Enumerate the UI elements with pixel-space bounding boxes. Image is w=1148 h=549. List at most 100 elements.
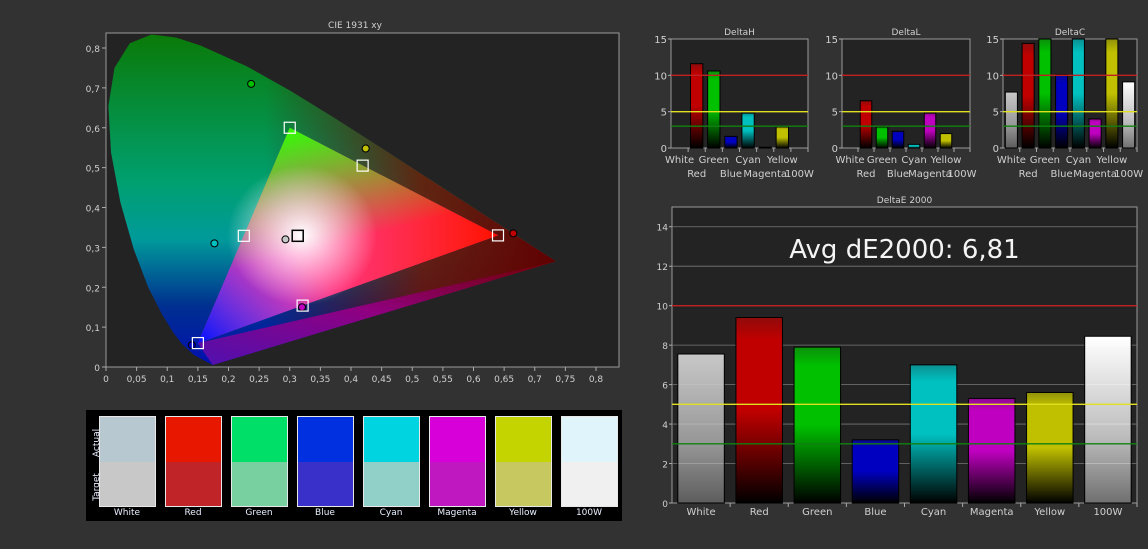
y-tick-label: 15 (986, 35, 999, 46)
deltah-bar-green (707, 70, 721, 149)
swatch-label: 100W (575, 508, 603, 518)
y-tick-label: 4 (662, 421, 668, 431)
deltac-bar-white (1004, 91, 1018, 149)
x-tick-label: White (835, 155, 864, 166)
x-tick-label: Green (1030, 155, 1060, 166)
swatch-100w (561, 416, 618, 507)
swatch-target (232, 461, 287, 506)
y-tick-label: 5 (661, 108, 667, 119)
x-tick-label: Magenta (743, 169, 787, 180)
swatch-target (298, 461, 353, 506)
deltal-bar-cyan (907, 143, 921, 149)
swatch-actual (298, 417, 353, 462)
swatch-target (100, 461, 155, 506)
deltah-bar-blue (724, 135, 738, 149)
x-tick-label: 100W (1114, 169, 1143, 180)
x-tick-label: Cyan (921, 507, 946, 518)
swatch-label: White (113, 508, 141, 518)
x-tick-label: Blue (1051, 169, 1073, 180)
x-tick-label: Green (802, 507, 832, 518)
x-tick-label: Magenta (970, 507, 1014, 518)
y-tick-label: 5 (993, 108, 999, 119)
swatch-target (496, 461, 551, 506)
deltac-bar-green (1038, 38, 1052, 149)
swatch-cyan (363, 416, 420, 507)
deltah-title: DeltaH (724, 28, 755, 38)
swatch-label: Magenta (437, 508, 477, 518)
x-tick-label: Cyan (901, 155, 926, 166)
swatch-label: Yellow (509, 508, 537, 518)
y-tick-label: 0 (661, 144, 667, 155)
y-tick-label: 15 (825, 35, 838, 46)
swatch-target (562, 461, 617, 506)
swatch-label: Red (184, 508, 202, 518)
deltae-2000-bar-magenta (967, 397, 1016, 504)
x-tick-label: Yellow (930, 155, 962, 166)
x-tick-label: Magenta (908, 169, 952, 180)
deltae-2000-bar-cyan (909, 364, 958, 504)
x-tick-label: 100W (785, 169, 814, 180)
x-tick-label: Red (857, 169, 876, 180)
y-tick-label: 10 (986, 71, 999, 82)
x-tick-label: Green (867, 155, 897, 166)
deltae-2000-bar-100w (1084, 335, 1132, 504)
y-tick-label: 10 (657, 303, 669, 313)
deltal-bar-magenta (923, 112, 937, 149)
swatch-target (166, 461, 221, 506)
deltal-bar-green (875, 126, 889, 149)
swatch-green (231, 416, 288, 507)
swatch-yellow (495, 416, 552, 507)
deltal-bar-red (859, 100, 873, 149)
y-tick-label: 6 (662, 382, 668, 392)
deltal-bar-blue (891, 130, 905, 149)
x-tick-label: Cyan (735, 155, 760, 166)
deltac-title: DeltaC (1055, 28, 1085, 38)
x-tick-label: White (687, 507, 716, 518)
x-tick-label: White (997, 155, 1026, 166)
deltac-bar-red (1021, 42, 1035, 149)
deltae-2000-bar-white (677, 353, 725, 504)
deltae-2000-bar-green (793, 346, 842, 504)
swatch-label: Blue (315, 508, 335, 518)
y-tick-label: 0 (993, 144, 999, 155)
swatch-magenta (429, 416, 486, 507)
color-swatch-panel: Actual Target White Red Green Blue Cyan Magen… (86, 410, 622, 521)
swatch-actual (430, 417, 485, 462)
x-tick-label: Red (687, 169, 706, 180)
x-tick-label: Red (1019, 169, 1038, 180)
y-tick-label: 15 (654, 35, 667, 46)
x-tick-label: 100W (948, 169, 977, 180)
deltac-bar-yellow (1105, 38, 1119, 149)
deltah-bar-red (690, 63, 704, 149)
deltae-2000-bar-red (735, 317, 783, 504)
swatch-target (364, 461, 419, 506)
deltae-2000-bar-yellow (1026, 391, 1074, 504)
swatch-actual (562, 417, 617, 462)
x-tick-label: Blue (887, 169, 909, 180)
swatch-white (99, 416, 156, 507)
x-tick-label: Red (750, 507, 769, 518)
swatch-actual (496, 417, 551, 462)
deltac-bar-magenta (1088, 118, 1102, 149)
swatch-blue (297, 416, 354, 507)
deltah-bar-magenta (758, 146, 772, 149)
swatch-actual (364, 417, 419, 462)
deltae-2000-bar-blue (851, 439, 900, 504)
swatch-actual (100, 417, 155, 462)
deltal-bar-yellow (939, 132, 953, 149)
deltac-bar-100w (1122, 81, 1136, 149)
x-tick-label: White (665, 155, 694, 166)
y-tick-label: 2 (662, 461, 668, 471)
deltal-title: DeltaL (891, 28, 920, 38)
swatch-label: Cyan (379, 508, 403, 518)
x-tick-label: Yellow (1033, 507, 1065, 518)
deltae-2000-title: DeltaE 2000 (877, 196, 933, 206)
x-tick-label: Blue (720, 169, 742, 180)
x-tick-label: Green (699, 155, 729, 166)
y-tick-label: 5 (832, 108, 838, 119)
deltah-bar-yellow (775, 126, 789, 149)
y-tick-label: 10 (825, 71, 838, 82)
y-tick-label: 12 (657, 263, 668, 273)
swatch-red (165, 416, 222, 507)
average-de-annotation: Avg dE2000: 6,81 (789, 235, 1019, 265)
